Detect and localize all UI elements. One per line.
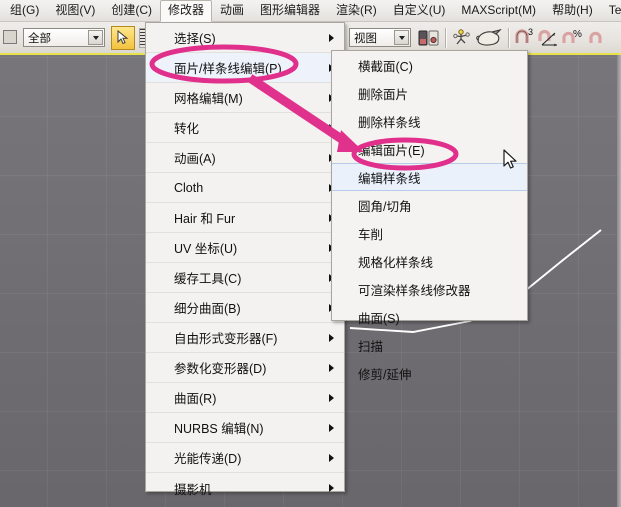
submenu-item-cross-section[interactable]: 横截面(C) [332,51,527,79]
chevron-down-icon[interactable] [88,30,103,45]
menu-tentacles[interactable]: Tentac [601,0,621,22]
menu-item-label: UV 坐标(U) [174,242,238,256]
submenu-item-edit-spline[interactable]: 编辑样条线 [332,163,527,191]
snap-badge-text: 3 [528,28,533,37]
menu-item-parametric-deformers[interactable]: 参数化变形器(D) [146,353,344,383]
submenu-item-normalize-spline[interactable]: 规格化样条线 [332,247,527,275]
menu-item-label: 细分曲面(B) [174,302,241,316]
submenu-item-delete-patch[interactable]: 删除面片 [332,79,527,107]
menu-item-free-form-deformers[interactable]: 自由形式变形器(F) [146,323,344,353]
toolbar-separator-1 [445,27,446,48]
undo-icon[interactable] [1,27,19,49]
menu-help[interactable]: 帮助(H) [544,0,601,22]
arrow-cursor-icon [117,30,128,45]
menu-maxscript[interactable]: MAXScript(M) [453,0,544,22]
chevron-right-icon [329,33,334,42]
teapot-render-icon [476,28,502,46]
percent-snap-icon: % [562,29,582,43]
menu-views[interactable]: 视图(V) [47,0,103,22]
snaps-toggle-button[interactable]: 3 [513,26,537,50]
viewport-right-edge [617,55,621,507]
menu-group[interactable]: 组(G) [2,0,47,22]
angle-snap-icon [538,29,557,46]
menu-item-nurbs-editing[interactable]: NURBS 编辑(N) [146,413,344,443]
submenu-item-trim-extend[interactable]: 修剪/延伸 [332,359,527,387]
menu-item-label: 动画(A) [174,152,216,166]
menu-item-conversion[interactable]: 转化 [146,113,344,143]
menu-item-animation[interactable]: 动画(A) [146,143,344,173]
select-object-button[interactable] [111,25,135,50]
menu-item-label: 光能传递(D) [174,452,242,466]
menu-item-label: 选择(S) [174,32,216,46]
menu-item-hair-and-fur[interactable]: Hair 和 Fur [146,203,344,233]
submenu-item-fillet-chamfer[interactable]: 圆角/切角 [332,191,527,219]
menu-item-radiosity[interactable]: 光能传递(D) [146,443,344,473]
selection-filter-combo[interactable]: 全部 [23,28,105,47]
menu-item-label: 网格编辑(M) [174,92,243,106]
pivot-center-icon [418,30,439,45]
menu-modifiers[interactable]: 修改器 [160,0,213,22]
menu-rendering[interactable]: 渲染(R) [328,0,385,22]
menu-item-surface[interactable]: 曲面(R) [146,383,344,413]
menu-item-label: 自由形式变形器(F) [174,332,278,346]
view-combo-value: 视图 [354,32,377,45]
menu-item-cache-tools[interactable]: 缓存工具(C) [146,263,344,293]
select-and-manipulate-button[interactable] [450,26,474,50]
menu-create[interactable]: 创建(C) [103,0,160,22]
chevron-right-icon [329,453,334,462]
menu-item-label: 缓存工具(C) [174,272,242,286]
percent-badge-text: % [573,29,582,40]
chevron-right-icon [329,423,334,432]
reference-coordinate-combo[interactable]: 视图 [349,28,411,47]
menu-item-label: 面片/样条线编辑(P) [174,62,282,76]
selection-filter-value: 全部 [28,32,51,45]
menu-item-label: 转化 [174,122,200,136]
menu-item-label: 曲面(R) [174,392,217,406]
patch-spline-submenu[interactable]: 横截面(C) 删除面片 删除样条线 编辑面片(E) 编辑样条线 圆角/切角 车削… [331,50,528,382]
submenu-item-lathe[interactable]: 车削 [332,219,527,247]
max-window: 组(G) 视图(V) 创建(C) 修改器 动画 图形编辑器 渲染(R) 自定义(… [0,0,621,507]
spinner-snap-icon [589,31,602,43]
mouse-pointer [503,149,517,169]
menu-item-label: Hair 和 Fur [174,212,236,226]
render-setup-button[interactable] [474,26,504,50]
menu-item-label: 参数化变形器(D) [174,362,267,376]
menu-item-cameras[interactable]: 摄影机 [146,473,344,503]
menu-item-cloth[interactable]: Cloth [146,173,344,203]
menu-item-label: 摄影机 [174,482,212,497]
submenu-item-renderable-spline-modifier[interactable]: 可渲染样条线修改器 [332,275,527,303]
chevron-right-icon [329,393,334,402]
menu-customize[interactable]: 自定义(U) [385,0,454,22]
menu-bar: 组(G) 视图(V) 创建(C) 修改器 动画 图形编辑器 渲染(R) 自定义(… [0,0,621,22]
menu-item-uv-coordinates[interactable]: UV 坐标(U) [146,233,344,263]
menu-animation[interactable]: 动画 [212,0,252,22]
magnet-snap-icon: 3 [515,28,533,43]
toolbar-separator-2 [508,27,509,48]
angle-snap-button[interactable] [537,26,561,50]
percent-snap-button[interactable]: % [561,26,585,50]
menu-item-label: NURBS 编辑(N) [174,422,264,436]
use-center-button[interactable] [417,26,441,50]
manipulate-figure-icon [453,28,470,44]
submenu-item-edit-patch[interactable]: 编辑面片(E) [332,135,527,163]
chevron-right-icon [329,484,334,492]
submenu-item-sweep[interactable]: 扫描 [332,331,527,359]
menu-item-subdivision-surfaces[interactable]: 细分曲面(B) [146,293,344,323]
submenu-item-delete-spline[interactable]: 删除样条线 [332,107,527,135]
modifiers-dropdown-menu[interactable]: 选择(S) 面片/样条线编辑(P) 网格编辑(M) 转化 动画(A) Cloth… [145,22,345,497]
chevron-down-icon-2[interactable] [394,30,409,45]
menu-item-label: Cloth [174,180,204,195]
menu-item-mesh-editing[interactable]: 网格编辑(M) [146,83,344,113]
submenu-item-surface[interactable]: 曲面(S) [332,303,527,331]
spinner-snap-button[interactable] [585,26,609,50]
menu-item-select[interactable]: 选择(S) [146,23,344,53]
menu-item-patch-spline-editing[interactable]: 面片/样条线编辑(P) [146,53,344,83]
menu-graph-editors[interactable]: 图形编辑器 [252,0,328,22]
